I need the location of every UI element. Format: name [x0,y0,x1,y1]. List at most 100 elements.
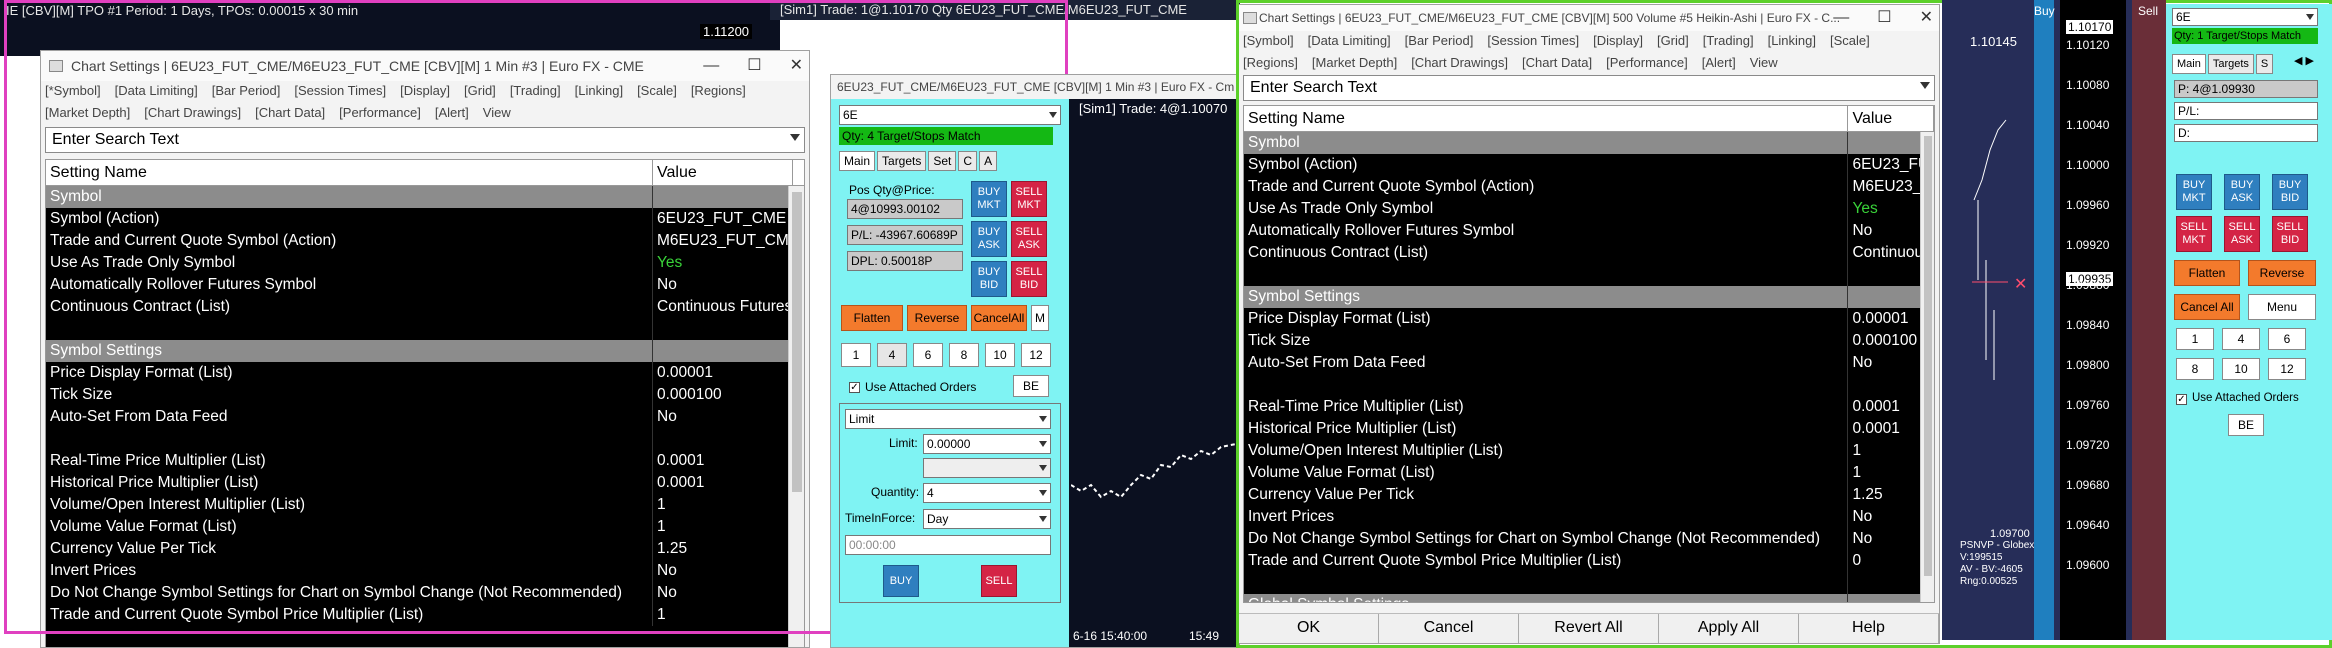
setting-value[interactable]: No [653,406,793,428]
quantity-button[interactable]: 8 [2176,358,2214,380]
symbol-select[interactable]: 6E [839,105,1061,125]
setting-row[interactable]: Invert Prices No [46,560,804,582]
setting-row[interactable]: Currency Value Per Tick 1.25 [46,538,804,560]
setting-row[interactable]: Invert Prices No [1244,506,1934,528]
menu-item[interactable]: [*Symbol] [45,82,101,100]
col-setting-name[interactable]: Setting Name [46,160,653,185]
buy-button[interactable]: BUY [883,565,919,597]
flatten-button[interactable]: Flatten [841,305,903,331]
setting-row[interactable]: Historical Price Multiplier (List) 0.0001 [1244,418,1934,440]
sell-ask-button[interactable]: SELL ASK [1011,221,1047,257]
setting-row[interactable]: Use As Trade Only Symbol Yes [46,252,804,274]
setting-row[interactable]: Trade and Current Quote Symbol Price Mul… [1244,550,1934,572]
tab-c[interactable]: C [958,151,978,171]
menu-item[interactable]: [Alert] [435,104,469,122]
setting-row[interactable]: Price Display Format (List) 0.00001 [1244,308,1934,330]
menu-item[interactable]: [Display] [1593,32,1643,50]
flatten-button[interactable]: Flatten [2174,260,2240,286]
menu-item[interactable]: [Grid] [464,82,496,100]
reverse-button[interactable]: Reverse [907,305,967,331]
vertical-scrollbar[interactable] [788,186,804,647]
setting-row[interactable]: Trade and Current Quote Symbol Price Mul… [46,604,804,626]
quantity-button[interactable]: 12 [2268,358,2306,380]
setting-value[interactable]: 6EU23_FUT_CME [653,208,793,230]
setting-row[interactable]: Tick Size 0.000100 [1244,330,1934,352]
setting-row[interactable]: Currency Value Per Tick 1.25 [1244,484,1934,506]
setting-value[interactable]: 1.25 [653,538,793,560]
quantity-button[interactable]: 6 [913,343,943,367]
setting-row[interactable]: Trade and Current Quote Symbol (Action) M… [1244,176,1934,198]
time-in-force-select[interactable]: Day [923,509,1051,529]
quantity-button[interactable]: 10 [2222,358,2260,380]
setting-value[interactable]: 0.0001 [653,450,793,472]
setting-value[interactable]: Yes [653,252,793,274]
setting-row[interactable]: Real-Time Price Multiplier (List) 0.0001 [1244,396,1934,418]
setting-value[interactable]: 1 [653,516,793,538]
order-type-select[interactable]: Limit [845,409,1051,429]
use-attached-orders-checkbox[interactable]: ✓ [2176,394,2187,405]
tab-targets[interactable]: Targets [2207,54,2254,74]
setting-value[interactable]: 1 [653,494,793,516]
setting-row[interactable]: Automatically Rollover Futures Symbol No [1244,220,1934,242]
setting-row[interactable]: Volume/Open Interest Multiplier (List) 1 [1244,440,1934,462]
mid-window-title-bar[interactable]: 6EU23_FUT_CME/M6EU23_FUT_CME [CBV][M] 1 … [831,75,1239,99]
cancel-button[interactable]: Cancel [1379,614,1519,643]
quantity-button[interactable]: 8 [949,343,979,367]
quantity-button[interactable]: 4 [877,343,907,367]
setting-row[interactable]: Historical Price Multiplier (List) 0.0001 [46,472,804,494]
menu-item[interactable]: [Chart Drawings] [1411,54,1508,72]
tab-targets[interactable]: Targets [877,151,927,171]
sell-market-button[interactable]: SELL MKT [2176,216,2212,252]
menu-item[interactable]: [Alert] [1702,54,1736,72]
setting-row[interactable]: Do Not Change Symbol Settings for Chart … [46,582,804,604]
breakeven-button[interactable]: BE [2228,414,2264,436]
setting-row[interactable]: Use As Trade Only Symbol Yes [1244,198,1934,220]
buy-market-button[interactable]: BUY MKT [971,181,1007,217]
quantity-button[interactable]: 12 [1021,343,1051,367]
menu-item[interactable]: [Session Times] [294,82,386,100]
menu-item[interactable]: [Symbol] [1243,32,1294,50]
setting-row[interactable]: Trade and Current Quote Symbol (Action) M… [46,230,804,252]
buy-market-button[interactable]: BUY MKT [2176,174,2212,210]
section-header[interactable]: Symbol [46,186,804,208]
menu-item[interactable]: [Regions] [691,82,746,100]
sell-button[interactable]: SELL [981,565,1017,597]
maximize-icon[interactable]: ☐ [747,51,761,81]
reverse-button[interactable]: Reverse [2248,260,2316,286]
dialog-title-bar[interactable]: Chart Settings | 6EU23_FUT_CME/M6EU23_FU… [41,51,809,81]
use-attached-orders-checkbox[interactable]: ✓ [849,382,860,393]
chevron-down-icon[interactable] [1920,82,1930,89]
tab-set[interactable]: Set [928,151,957,171]
menu-item[interactable]: [Data Limiting] [1308,32,1391,50]
minimize-icon[interactable]: — [1833,5,1849,31]
menu-item[interactable]: [Scale] [637,82,677,100]
setting-row[interactable]: Price Display Format (List) 0.00001 [46,362,804,384]
cancel-all-button[interactable]: CancelAll [971,305,1027,331]
vertical-scrollbar[interactable] [1920,132,1934,602]
menu-m-button[interactable]: M [1031,305,1049,331]
chevron-down-icon[interactable] [790,134,800,141]
menu-item[interactable]: [Grid] [1657,32,1689,50]
col-value[interactable]: Value [653,160,793,185]
menu-item[interactable]: [Chart Drawings] [144,104,241,122]
quantity-input[interactable]: 4 [923,483,1051,503]
sell-market-button[interactable]: SELL MKT [1011,181,1047,217]
setting-value[interactable]: 0.0001 [653,472,793,494]
search-input[interactable]: Enter Search Text [45,127,805,153]
setting-value[interactable]: Continuous Futures [653,296,793,318]
section-header[interactable]: Global Symbol Settings [1244,594,1934,602]
setting-row[interactable]: Tick Size 0.000100 [46,384,804,406]
setting-row[interactable]: Continuous Contract (List) Continuous Fut… [46,296,804,318]
buy-ask-button[interactable]: BUY ASK [2224,174,2260,210]
limit-price-input[interactable]: 0.00000 [923,434,1051,454]
maximize-icon[interactable]: ☐ [1877,5,1891,31]
setting-row[interactable]: Real-Time Price Multiplier (List) 0.0001 [46,450,804,472]
menu-item[interactable]: [Trading] [1703,32,1754,50]
buy-bid-button[interactable]: BUY BID [2272,174,2308,210]
menu-item[interactable]: [Regions] [1243,54,1298,72]
setting-value[interactable]: No [653,560,793,582]
setting-value[interactable]: No [653,582,793,604]
menu-item[interactable]: [Market Depth] [1312,54,1397,72]
menu-item[interactable]: [Linking] [1768,32,1816,50]
scrollbar-thumb[interactable] [792,192,802,492]
